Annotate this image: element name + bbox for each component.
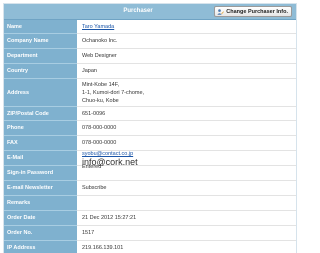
purchaser-panel: Purchaser Change Purchaser Info. Name Ta… [3,3,297,253]
value-password: Entered [82,164,102,170]
value-department: Web Designer [82,53,117,59]
value-zip: 651-0096 [82,110,106,117]
value-country: Japan [82,68,97,74]
label-order-date: Order Date [4,211,77,226]
label-name: Name [4,20,77,34]
edit-user-icon [217,8,225,15]
row-password: Sign-in Password Entered [4,164,296,181]
panel-header: Purchaser Change Purchaser Info. [4,4,296,20]
label-phone: Phone [4,121,77,136]
label-company: Company Name [4,34,77,49]
label-remarks: Remarks [4,196,77,211]
value-fax: 078-000-0000 [82,140,117,146]
row-zip: ZIP/Postal Code 651-0096 [4,107,296,121]
row-ip: IP Address 219.166.139.101 [4,241,296,253]
row-email: E-Mail syobu@contact.co.jp info@cork.net [4,151,296,167]
value-remarks [77,196,296,210]
label-email: E-Mail [4,151,77,166]
value-name-link[interactable]: Taro Yamada [82,24,114,30]
row-order-no: Order No. 1517 [4,226,296,241]
value-newsletter: Subscribe [82,185,107,191]
value-ip: 219.166.139.101 [82,245,124,251]
change-button-label: Change Purchaser Info. [226,8,288,15]
value-address: Mint-Kobe 14F, 1-1, Kumoi-dori 7-chome, … [77,79,296,106]
row-department: Department Web Designer [4,49,296,64]
row-country: Country Japan [4,64,296,79]
row-company: Company Name Ochanoko Inc. [4,34,296,49]
label-password: Sign-in Password [4,166,77,181]
value-company: Ochanoko Inc. [82,38,118,44]
value-order-no: 1517 [82,230,95,236]
row-remarks: Remarks [4,196,296,211]
label-fax: FAX [4,136,77,151]
label-department: Department [4,49,77,64]
row-phone: Phone 078-000-0000 [4,121,296,136]
label-ip: IP Address [4,241,77,253]
value-phone: 078-000-0000 [82,125,117,131]
value-order-date: 21 Dec 2012 15:27:21 [82,215,137,221]
label-address: Address [4,79,77,107]
row-name: Name Taro Yamada [4,20,296,34]
address-line-3: Chuo-ku, Kobe [82,97,119,104]
address-line-2: 1-1, Kumoi-dori 7-chome, [82,89,145,96]
address-line-1: Mint-Kobe 14F, [82,81,119,88]
row-newsletter: E-mail Newsletter Subscribe [4,181,296,196]
label-zip: ZIP/Postal Code [4,107,77,121]
label-newsletter: E-mail Newsletter [4,181,77,196]
row-order-date: Order Date 21 Dec 2012 15:27:21 [4,211,296,226]
label-country: Country [4,64,77,79]
row-fax: FAX 078-000-0000 [4,136,296,151]
change-purchaser-info-button[interactable]: Change Purchaser Info. [214,6,292,17]
label-order-no: Order No. [4,226,77,241]
row-address: Address Mint-Kobe 14F, 1-1, Kumoi-dori 7… [4,79,296,107]
